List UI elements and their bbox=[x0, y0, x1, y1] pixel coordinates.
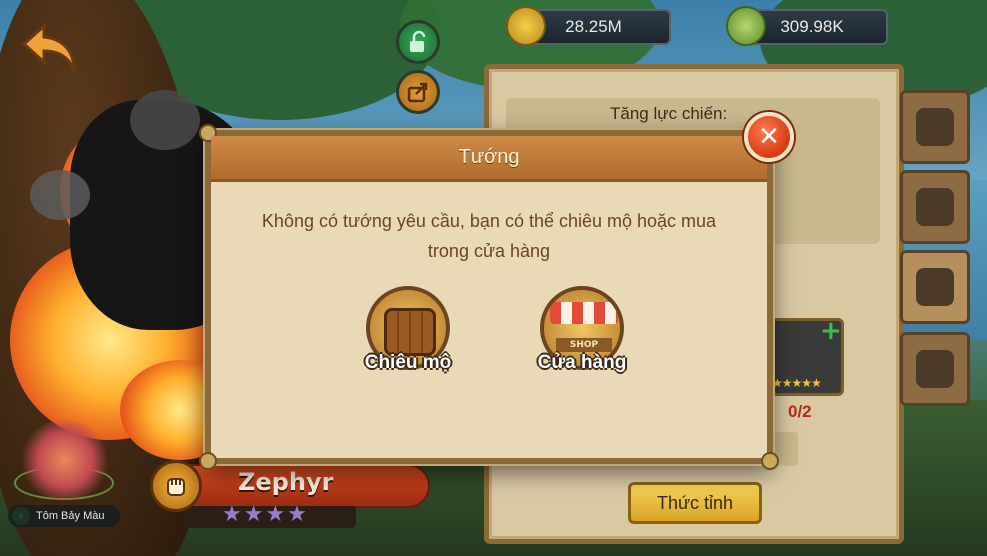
unlock-icon bbox=[410, 30, 426, 52]
dialog-message: Không có tướng yêu cầu, bạn có thể chiêu… bbox=[261, 211, 717, 261]
pet-avatar[interactable] bbox=[20, 420, 110, 500]
recruit-button[interactable]: Chiêu mộ bbox=[338, 286, 478, 396]
pet-name: Tôm Bảy Màu bbox=[36, 510, 105, 522]
dialog-corner bbox=[761, 452, 779, 470]
tab-hat[interactable] bbox=[900, 332, 970, 406]
hat-icon bbox=[916, 350, 954, 388]
gold-amount: 28.25M bbox=[565, 17, 622, 36]
tab-star[interactable] bbox=[900, 250, 970, 324]
plus-icon[interactable]: + bbox=[820, 318, 842, 344]
hero-required-dialog: Tướng Không có tướng yêu cầu, bạn có thể… bbox=[199, 124, 779, 470]
lock-button[interactable] bbox=[396, 20, 440, 64]
close-dialog-button[interactable]: ✕ bbox=[744, 112, 794, 162]
required-count: 0/2 bbox=[788, 402, 812, 421]
shop-button[interactable]: SHOP Cửa hàng bbox=[512, 286, 652, 396]
back-button[interactable] bbox=[18, 20, 82, 78]
helmet-icon bbox=[916, 108, 954, 146]
fist-class-icon bbox=[150, 460, 202, 512]
dialog-title: Tướng bbox=[458, 146, 520, 168]
shop-sign: SHOP bbox=[556, 338, 612, 352]
hero-name: Zephyr bbox=[238, 468, 334, 496]
awaken-button[interactable]: Thức tỉnh bbox=[628, 482, 762, 524]
tab-equipment-helmet[interactable] bbox=[900, 90, 970, 164]
share-button[interactable] bbox=[396, 70, 440, 114]
leaf-icon bbox=[726, 6, 766, 46]
share-icon bbox=[407, 82, 428, 103]
shirt-icon bbox=[916, 188, 954, 226]
shop-label: Cửa hàng bbox=[537, 352, 627, 373]
leaf-amount: 309.98K bbox=[780, 17, 844, 36]
smoke-effect bbox=[130, 90, 200, 150]
pet-name-tag: Tôm Bảy Màu bbox=[8, 505, 120, 527]
hero-stars: ★★★★ bbox=[222, 502, 309, 527]
power-increase-label: Tăng lực chiến: bbox=[610, 104, 728, 123]
close-icon: ✕ bbox=[758, 122, 780, 152]
fist-icon bbox=[167, 478, 185, 496]
gold-coin-icon bbox=[506, 6, 546, 46]
card-stars: ★★★★★ bbox=[772, 376, 822, 390]
shop-awning bbox=[550, 302, 618, 324]
smoke-effect bbox=[30, 170, 90, 220]
tab-equipment-shirt[interactable] bbox=[900, 170, 970, 244]
star-icon bbox=[916, 268, 954, 306]
dialog-header: Tướng bbox=[211, 136, 767, 182]
recruit-label: Chiêu mộ bbox=[364, 352, 452, 373]
back-arrow-icon bbox=[21, 22, 76, 71]
barrel-graphic bbox=[384, 308, 436, 356]
dialog-corner bbox=[199, 452, 217, 470]
